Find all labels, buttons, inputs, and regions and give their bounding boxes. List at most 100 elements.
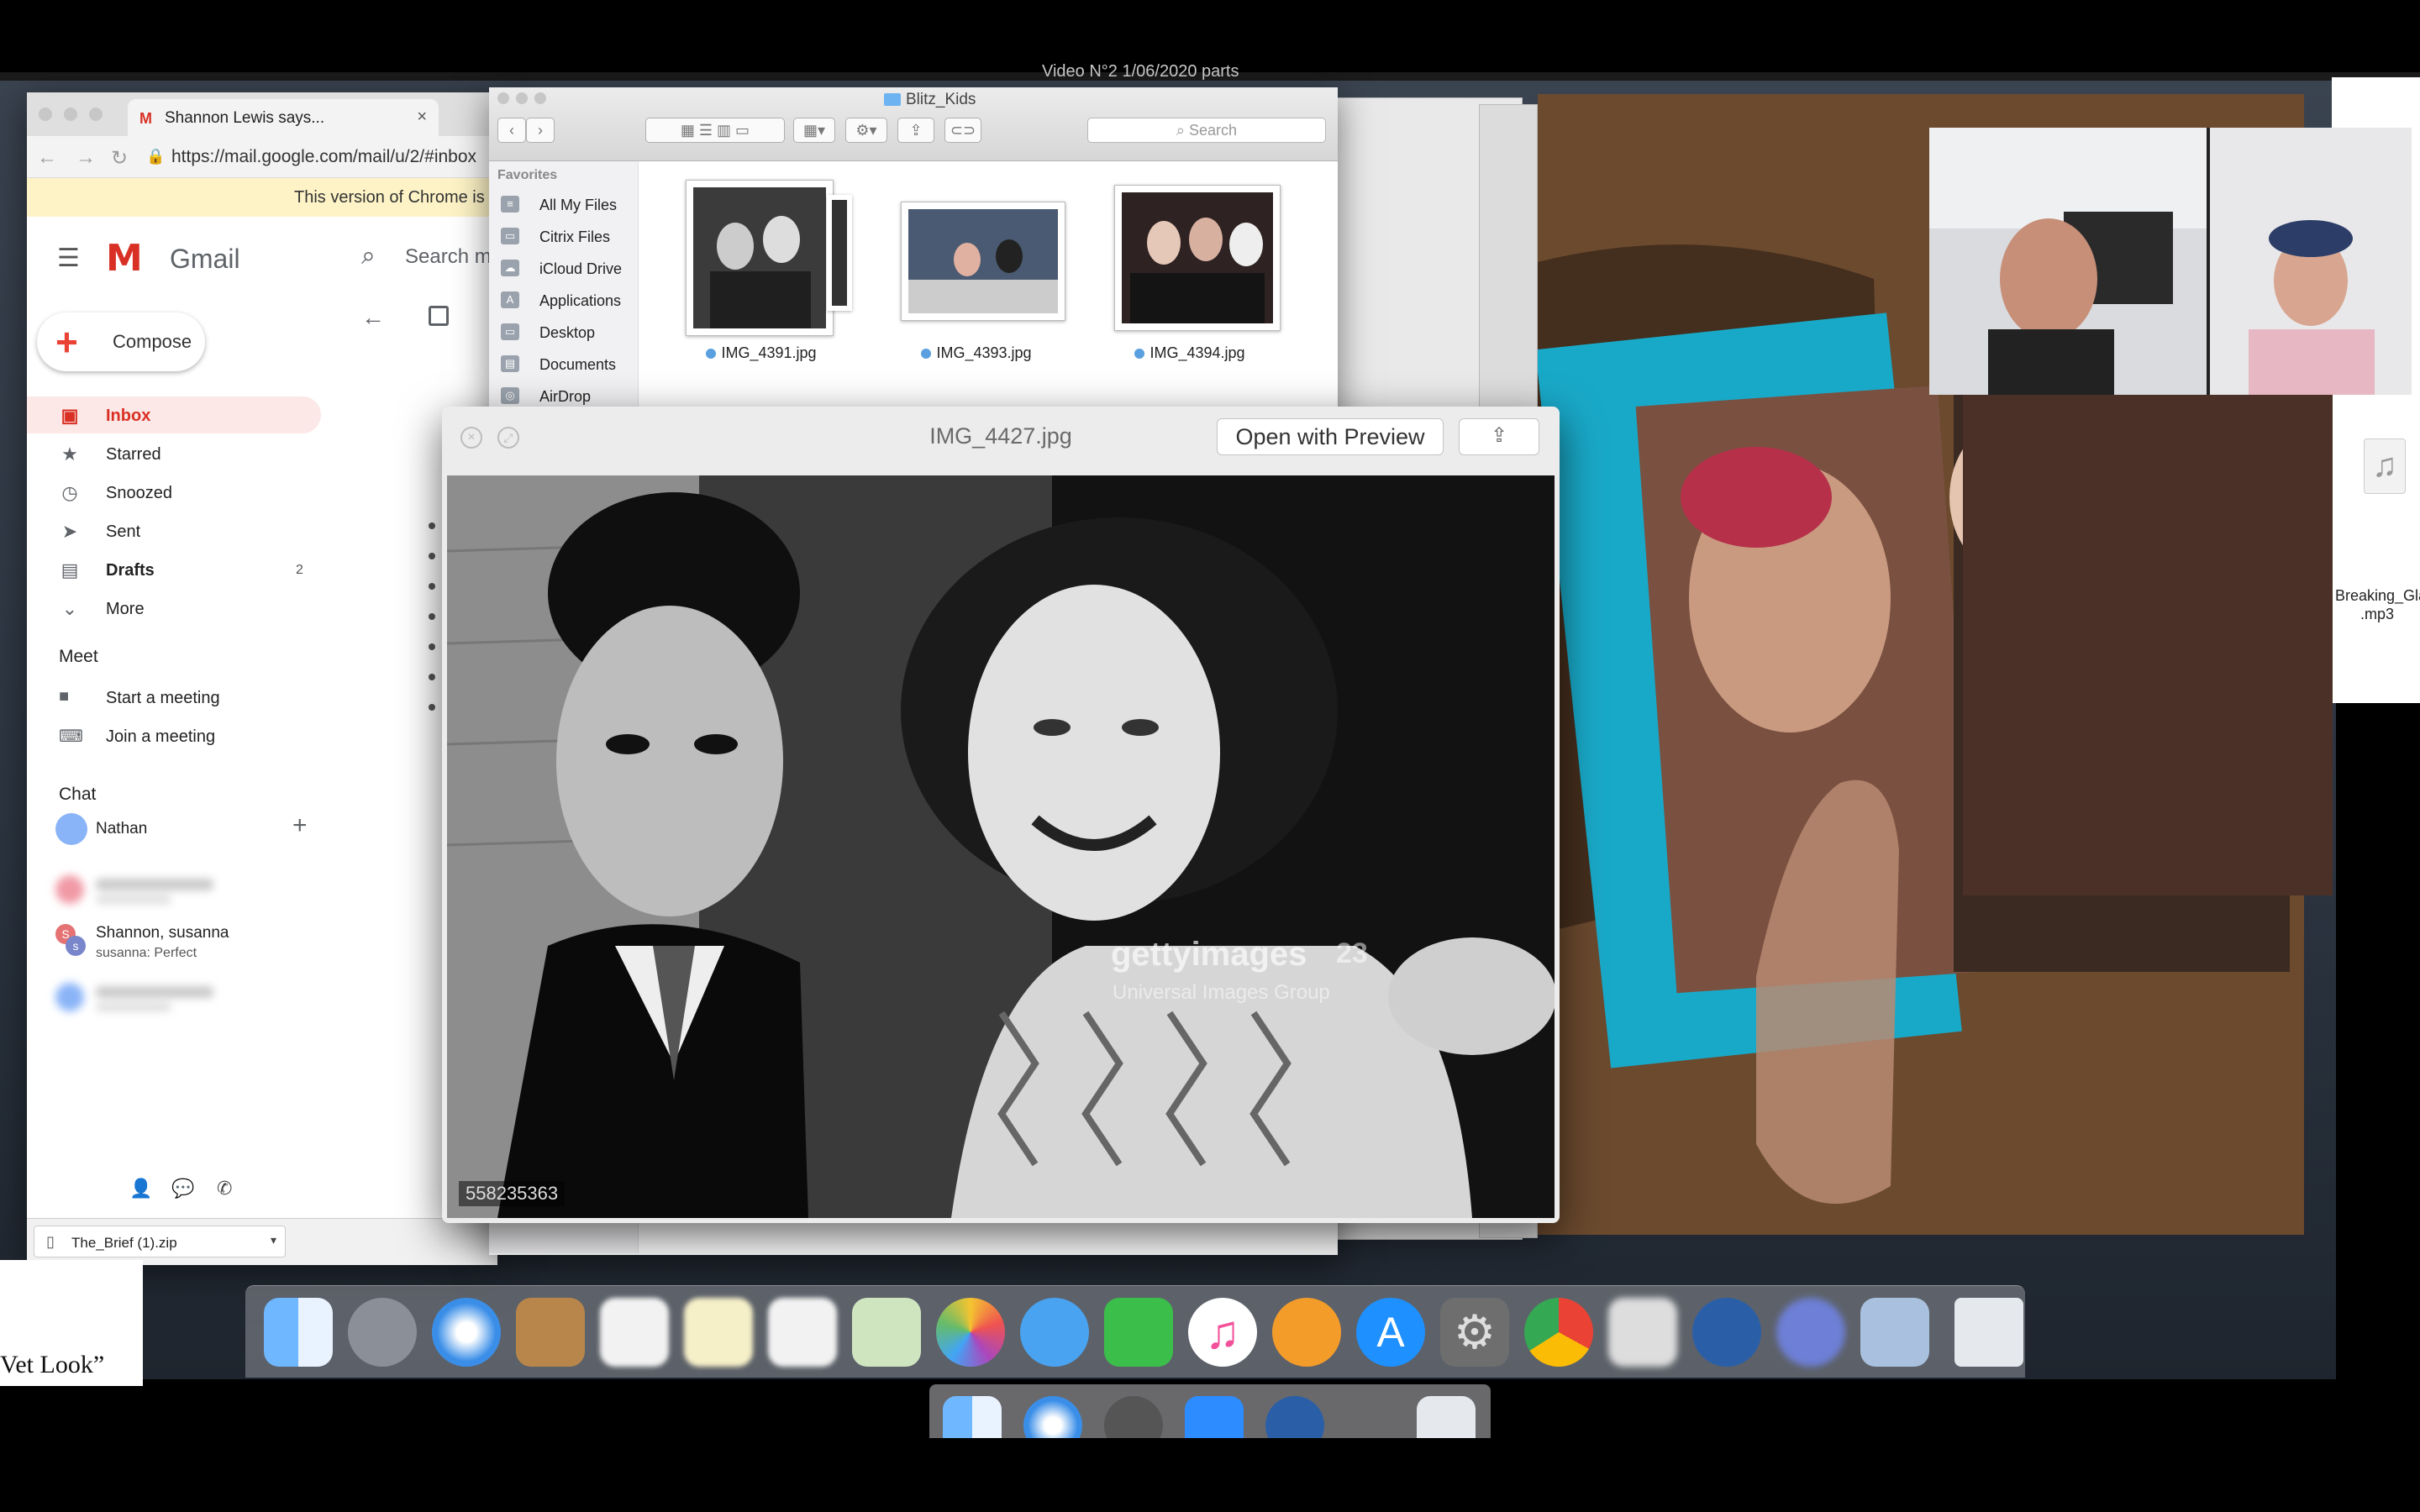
share-icon[interactable]: ⇪ (897, 118, 934, 143)
photo-right-panel-image (1963, 395, 2333, 895)
facetime-icon[interactable] (1104, 1298, 1173, 1367)
trash-icon[interactable] (1954, 1298, 2023, 1367)
minimize-window-button[interactable] (64, 108, 77, 121)
compose-button[interactable]: + Compose (37, 312, 205, 371)
blurred-app-icon[interactable] (1608, 1298, 1677, 1367)
sidebar-item-airdrop[interactable]: ◎ AirDrop (489, 381, 639, 410)
url-field[interactable]: https://mail.google.com/mail/u/2/#inbox (171, 147, 476, 167)
notes-icon[interactable] (684, 1298, 753, 1367)
list-bullet (429, 553, 435, 559)
file-item[interactable]: IMG_4393.jpg (901, 180, 1065, 361)
quicktime-icon[interactable] (1692, 1298, 1761, 1367)
file-thumbnail (901, 202, 1065, 321)
sidebar-item-documents[interactable]: ▤ Documents (489, 349, 639, 378)
video-icon: ■ (59, 687, 70, 706)
add-chat-icon[interactable]: + (292, 811, 308, 840)
nav-item-more[interactable]: ⌄ More (27, 590, 321, 627)
contacts-icon[interactable] (516, 1298, 585, 1367)
open-with-preview-button[interactable]: Open with Preview (1217, 418, 1444, 455)
sidebar-item-applications[interactable]: A Applications (489, 286, 639, 314)
chat-bubble-icon[interactable]: 💬 (171, 1178, 194, 1200)
chat-user-name[interactable]: Nathan (96, 820, 147, 838)
system-preferences-icon[interactable]: ⚙ (1440, 1298, 1509, 1367)
main-menu-icon[interactable]: ☰ (57, 244, 80, 273)
chat-contact-blurred[interactable] (55, 983, 224, 1016)
back-icon[interactable]: ← (37, 146, 57, 170)
back-icon[interactable]: ‹ (497, 118, 526, 143)
gear-icon[interactable]: ⚙▾ (845, 118, 887, 143)
chrome-icon[interactable] (1524, 1298, 1593, 1367)
file-item[interactable]: IMG_4394.jpg (1114, 180, 1281, 361)
archive-icon[interactable] (429, 306, 449, 326)
keyboard-icon: ⌨ (59, 727, 83, 746)
calendar-icon[interactable] (600, 1298, 669, 1367)
share-icon[interactable]: ⇪ (1459, 418, 1539, 455)
gmail-logo-text[interactable]: Gmail (170, 244, 240, 275)
back-arrow-icon[interactable]: ← (361, 304, 385, 331)
close-window-button[interactable] (497, 92, 509, 104)
music-file-icon[interactable]: ♫ (2364, 438, 2406, 494)
photos-icon[interactable] (936, 1298, 1005, 1367)
download-item[interactable]: ▯ The_Brief (1).zip ▾ (34, 1226, 286, 1257)
start-meeting-link[interactable]: ■ Start a meeting (27, 680, 321, 714)
sidebar-item-all-my-files[interactable]: ≡ All My Files (489, 190, 639, 218)
chat-heading: Chat (59, 785, 97, 804)
close-window-button[interactable] (39, 108, 52, 121)
nav-item-sent[interactable]: ➤ Sent (27, 512, 321, 549)
launchpad-icon[interactable] (348, 1298, 417, 1367)
sidebar-item-icloud-drive[interactable]: ☁ iCloud Drive (489, 254, 639, 282)
group-icon[interactable]: ▦▾ (793, 118, 835, 143)
nav-item-snoozed[interactable]: ◷ Snoozed (27, 474, 321, 511)
trash-icon[interactable] (1417, 1396, 1476, 1438)
blurred-app-icon[interactable] (1776, 1298, 1845, 1367)
video-call-feed (1929, 128, 2412, 395)
nav-item-inbox[interactable]: ▣ Inbox (27, 396, 321, 433)
join-meeting-link[interactable]: ⌨ Join a meeting (27, 719, 321, 753)
tag-icon[interactable]: ⊂⊃ (944, 118, 981, 143)
chevron-down-icon[interactable]: ▾ (271, 1233, 276, 1247)
phone-icon[interactable]: ✆ (217, 1178, 232, 1200)
contacts-icon[interactable]: 👤 (129, 1178, 152, 1200)
music-icon[interactable]: ♫ (1188, 1298, 1257, 1367)
preview-icon[interactable] (1860, 1298, 1929, 1367)
gmail-logo-icon[interactable]: M (106, 237, 143, 280)
sidebar-item-desktop[interactable]: ▭ Desktop (489, 318, 639, 346)
quicktime-icon[interactable] (1265, 1396, 1324, 1438)
chat-contact-blurred[interactable] (55, 875, 224, 909)
finder-icon[interactable] (264, 1298, 333, 1367)
search-input[interactable]: Search m (405, 245, 492, 269)
nav-item-starred[interactable]: ★ Starred (27, 435, 321, 472)
reminders-icon[interactable] (768, 1298, 837, 1367)
safari-icon[interactable] (432, 1298, 501, 1367)
file-thumbnail-partial[interactable] (827, 195, 852, 311)
browser-tab[interactable]: M Shannon Lewis says... × (128, 99, 439, 136)
clock-icon: ◷ (61, 482, 78, 503)
system-preferences-icon[interactable] (1104, 1396, 1163, 1438)
view-mode-buttons[interactable]: ▦ ☰ ▥ ▭ (645, 118, 785, 143)
image-id: 558235363 (459, 1181, 566, 1206)
zoom-window-button[interactable] (534, 92, 546, 104)
music-file-label[interactable]: Breaking_Gla .mp3 (2335, 586, 2420, 623)
search-icon[interactable]: ⌕ (361, 242, 376, 270)
safari-icon[interactable] (1023, 1396, 1082, 1438)
file-item[interactable]: IMG_4391.jpg (686, 180, 837, 361)
search-input[interactable]: ⌕ Search (1087, 118, 1326, 143)
reload-icon[interactable]: ↻ (111, 146, 128, 171)
sidebar-item-citrix-files[interactable]: ▭ Citrix Files (489, 222, 639, 250)
zoom-window-button[interactable] (89, 108, 103, 121)
file-thumbnail (686, 180, 834, 336)
books-icon[interactable] (1272, 1298, 1341, 1367)
messages-icon[interactable] (1020, 1298, 1089, 1367)
chrome-window: M Shannon Lewis says... × ← → ↻ 🔒 https:… (27, 92, 497, 1264)
close-tab-icon[interactable]: × (417, 108, 427, 127)
finder-icon[interactable] (943, 1396, 1002, 1438)
nav-item-drafts[interactable]: ▤ Drafts 2 (27, 551, 321, 588)
app-store-icon[interactable]: A (1356, 1298, 1425, 1367)
maps-icon[interactable] (852, 1298, 921, 1367)
forward-icon[interactable]: → (76, 146, 96, 170)
sidebar-item-label: AirDrop (539, 388, 592, 405)
forward-icon[interactable]: › (526, 118, 555, 143)
zoom-icon[interactable] (1185, 1396, 1244, 1438)
dock: ♫ A ⚙ (245, 1285, 2025, 1378)
minimize-window-button[interactable] (516, 92, 528, 104)
